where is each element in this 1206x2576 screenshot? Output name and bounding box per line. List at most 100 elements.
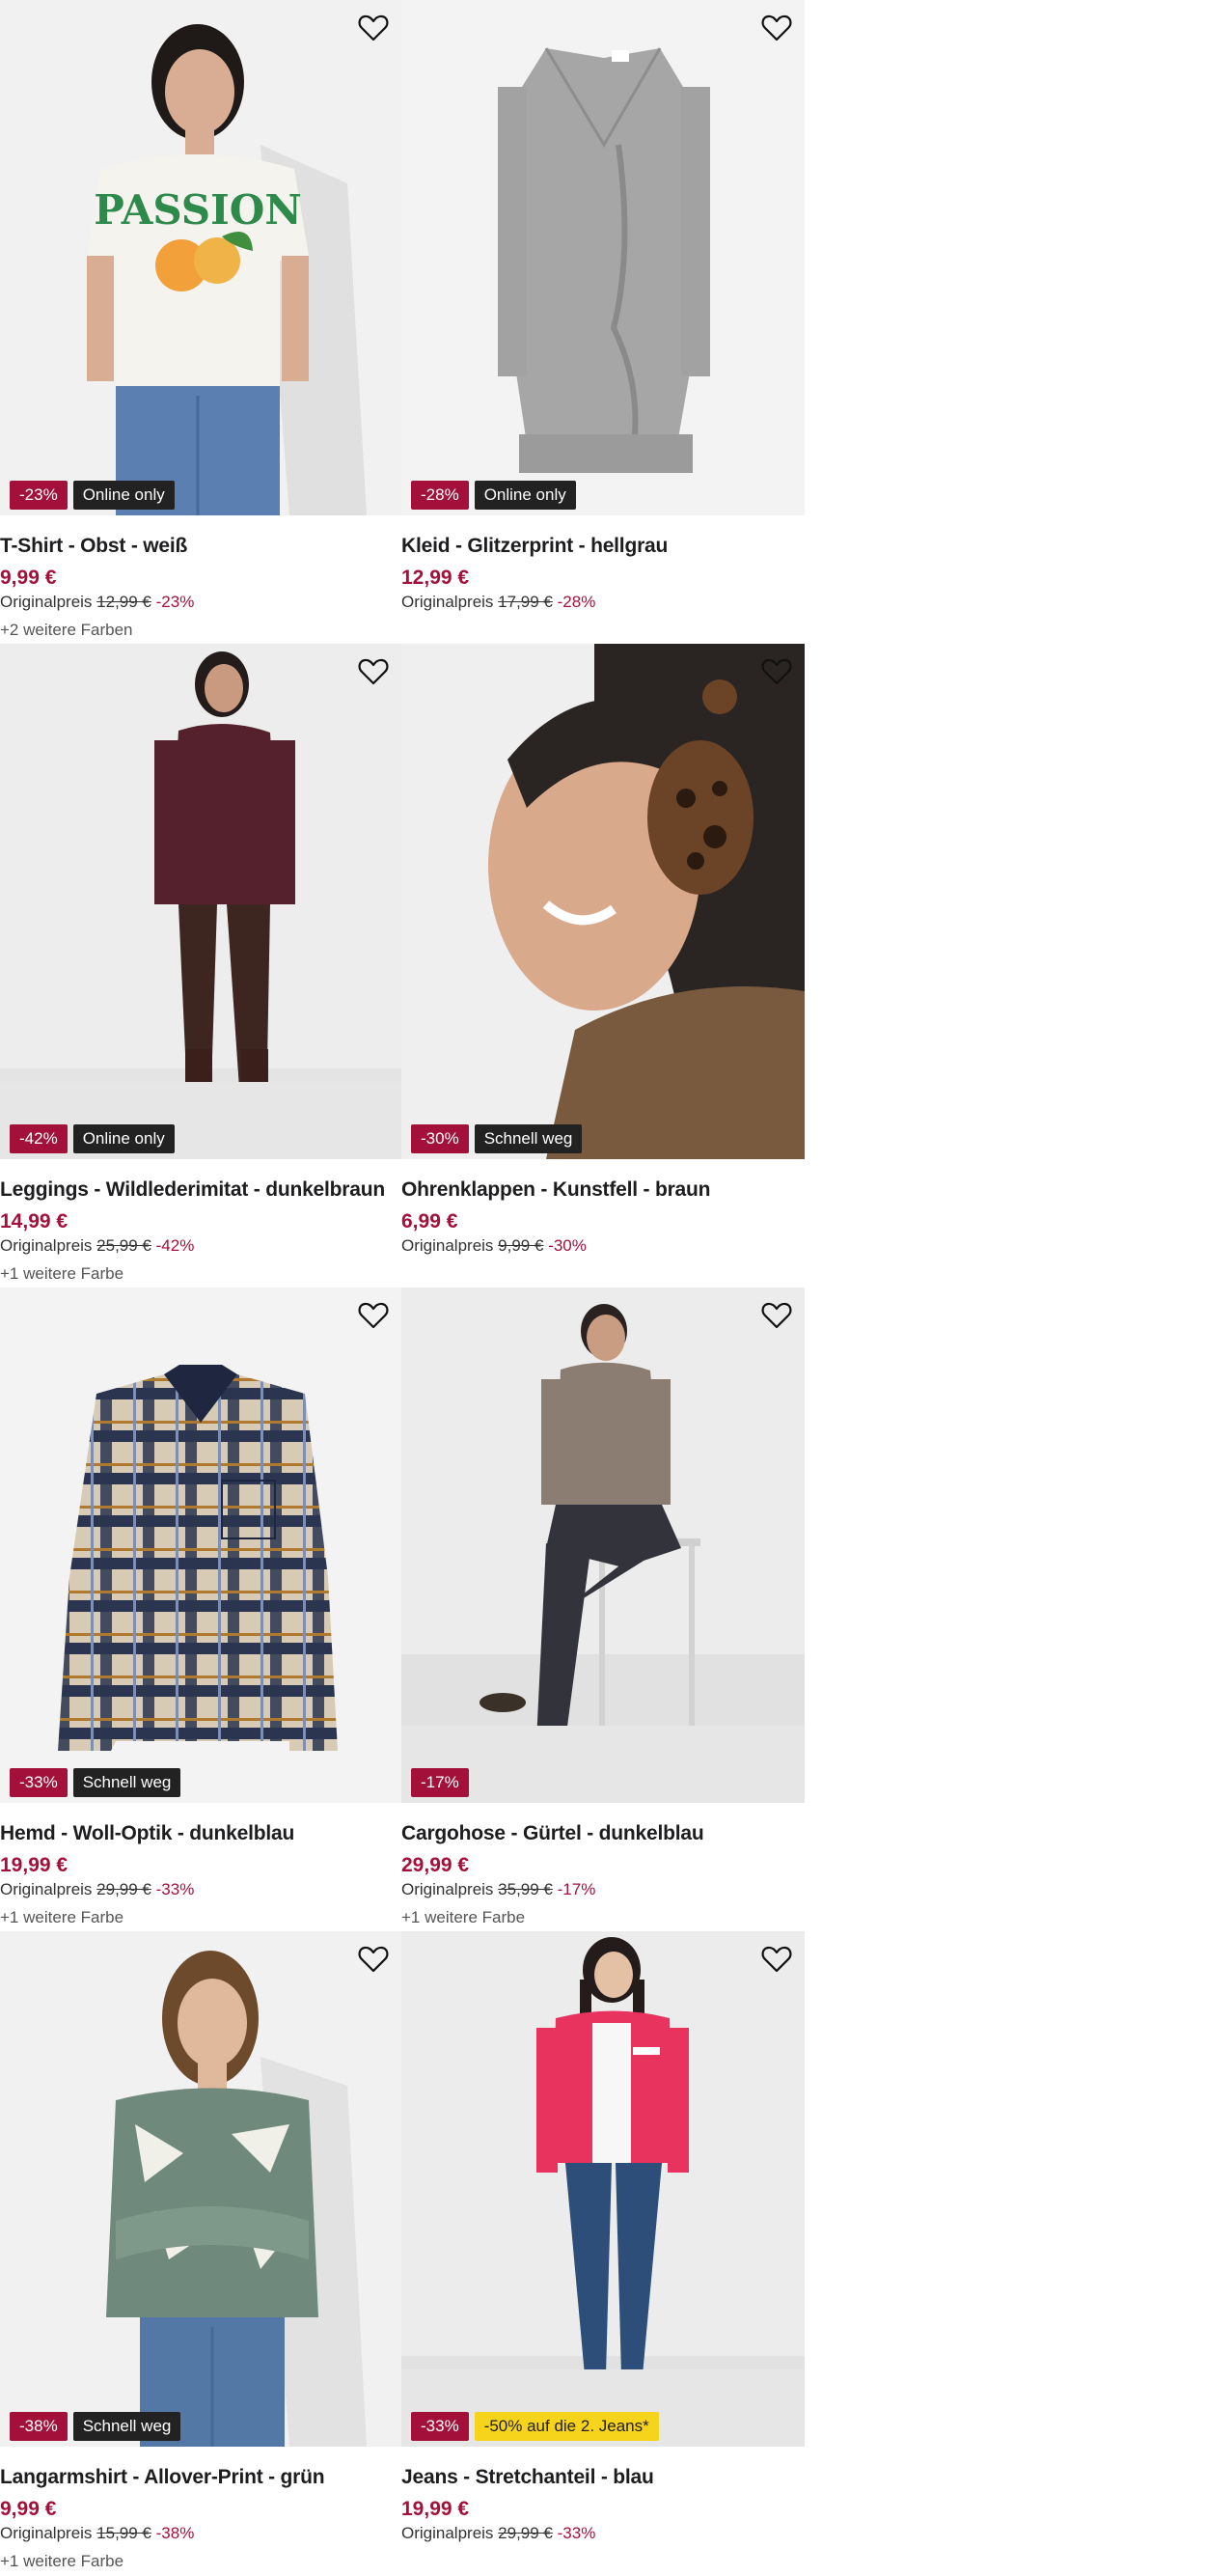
badge-row: -17%: [411, 1768, 469, 1797]
product-card[interactable]: -33% -50% auf die 2. Jeans* Jeans - Stre…: [401, 1931, 805, 2575]
product-image[interactable]: PASSION -23% Online only: [0, 0, 401, 515]
wishlist-button[interactable]: [357, 655, 390, 688]
original-price-label: Originalpreis: [401, 1236, 494, 1255]
discount-percent: -33%: [155, 1880, 195, 1898]
original-price-line: Originalpreis 29,99 € -33%: [401, 2522, 805, 2545]
original-price-label: Originalpreis: [0, 593, 93, 611]
original-price: 35,99 €: [498, 1880, 553, 1898]
product-title[interactable]: Kleid - Glitzerprint - hellgrau: [401, 533, 805, 560]
product-price: 19,99 €: [0, 1854, 69, 1876]
product-image[interactable]: -33% -50% auf die 2. Jeans*: [401, 1931, 805, 2447]
discount-percent: -28%: [557, 593, 596, 611]
heart-icon: [358, 1946, 389, 1973]
more-colors[interactable]: +1 weitere Farbe: [401, 1905, 805, 1930]
original-price-line: Originalpreis 15,99 € -38%: [0, 2522, 401, 2545]
wishlist-button[interactable]: [760, 1943, 793, 1976]
heart-icon: [761, 14, 792, 42]
status-badge: Schnell weg: [474, 1124, 583, 1153]
discount-badge: -33%: [10, 1768, 68, 1797]
status-badge: Schnell weg: [72, 2412, 181, 2441]
original-price-label: Originalpreis: [0, 1236, 93, 1255]
product-image[interactable]: -38% Schnell weg: [0, 1931, 401, 2447]
product-card[interactable]: -33% Schnell weg Hemd - Woll-Optik - dun…: [0, 1288, 401, 1931]
discount-badge: -17%: [411, 1768, 469, 1797]
longsleeve-model-photo: [0, 1931, 401, 2447]
product-card[interactable]: -42% Online only Leggings - Wildlederimi…: [0, 644, 401, 1288]
original-price: 29,99 €: [96, 1880, 151, 1898]
more-colors[interactable]: +2 weitere Farben: [0, 618, 401, 643]
original-price-line: Originalpreis 9,99 € -30%: [401, 1234, 805, 1258]
status-badge: Online only: [72, 481, 175, 510]
product-card[interactable]: -38% Schnell weg Langarmshirt - Allover-…: [0, 1931, 401, 2575]
original-price: 9,99 €: [498, 1236, 544, 1255]
discount-badge: -38%: [10, 2412, 68, 2441]
product-title[interactable]: Jeans - Stretchanteil - blau: [401, 2464, 805, 2491]
more-colors[interactable]: +1 weitere Farbe: [0, 2549, 401, 2574]
product-price: 19,99 €: [401, 2498, 470, 2520]
wishlist-button[interactable]: [760, 655, 793, 688]
badge-row: -33% -50% auf die 2. Jeans*: [411, 2412, 659, 2441]
product-title[interactable]: Hemd - Woll-Optik - dunkelblau: [0, 1820, 401, 1847]
original-price: 17,99 €: [498, 593, 553, 611]
product-price: 14,99 €: [0, 1210, 69, 1233]
heart-icon: [358, 14, 389, 42]
discount-badge: -30%: [411, 1124, 469, 1153]
product-price: 9,99 €: [0, 567, 57, 589]
product-price: 29,99 €: [401, 1854, 470, 1876]
heart-icon: [761, 658, 792, 685]
product-image[interactable]: -30% Schnell weg: [401, 644, 805, 1159]
product-image[interactable]: -33% Schnell weg: [0, 1288, 401, 1803]
more-colors[interactable]: +1 weitere Farbe: [0, 1261, 401, 1287]
heart-icon: [358, 658, 389, 685]
more-colors[interactable]: +1 weitere Farbe: [0, 1905, 401, 1930]
heart-icon: [761, 1946, 792, 1973]
tshirt-model-photo: PASSION: [0, 0, 401, 515]
product-image[interactable]: -42% Online only: [0, 644, 401, 1159]
product-image[interactable]: -17%: [401, 1288, 805, 1803]
badge-row: -33% Schnell weg: [10, 1768, 181, 1797]
discount-percent: -17%: [557, 1880, 596, 1898]
product-card[interactable]: -28% Online only Kleid - Glitzerprint - …: [401, 0, 805, 644]
product-price: 6,99 €: [401, 1210, 458, 1233]
wishlist-button[interactable]: [357, 1943, 390, 1976]
original-price-line: Originalpreis 29,99 € -33%: [0, 1878, 401, 1901]
discount-badge: -28%: [411, 481, 469, 510]
badge-row: -23% Online only: [10, 481, 175, 510]
badge-row: -38% Schnell weg: [10, 2412, 181, 2441]
discount-percent: -30%: [548, 1236, 587, 1255]
original-price-label: Originalpreis: [401, 2524, 494, 2542]
badge-row: -30% Schnell weg: [411, 1124, 583, 1153]
wishlist-button[interactable]: [357, 1299, 390, 1332]
original-price-label: Originalpreis: [0, 2524, 93, 2542]
heart-icon: [761, 1302, 792, 1329]
original-price-line: Originalpreis 12,99 € -23%: [0, 591, 401, 614]
wishlist-button[interactable]: [760, 1299, 793, 1332]
product-title[interactable]: Cargohose - Gürtel - dunkelblau: [401, 1820, 805, 1847]
product-title[interactable]: Leggings - Wildlederimitat - dunkelbraun: [0, 1177, 401, 1204]
dress-product-photo: [401, 0, 805, 515]
product-image[interactable]: -28% Online only: [401, 0, 805, 515]
jeans-model-photo: [401, 1931, 805, 2447]
product-title[interactable]: Langarmshirt - Allover-Print - grün: [0, 2464, 401, 2491]
product-price: 12,99 €: [401, 567, 470, 589]
status-badge: Online only: [72, 1124, 175, 1153]
discount-percent: -33%: [557, 2524, 596, 2542]
original-price-label: Originalpreis: [401, 1880, 494, 1898]
svg-text:PASSION: PASSION: [94, 186, 301, 234]
product-card[interactable]: -17% Cargohose - Gürtel - dunkelblau 29,…: [401, 1288, 805, 1931]
original-price: 12,99 €: [96, 593, 151, 611]
shirt-product-photo: [0, 1288, 401, 1803]
original-price: 29,99 €: [498, 2524, 553, 2542]
product-title[interactable]: T-Shirt - Obst - weiß: [0, 533, 401, 560]
discount-badge: -33%: [411, 2412, 469, 2441]
product-title[interactable]: Ohrenklappen - Kunstfell - braun: [401, 1177, 805, 1204]
discount-percent: -38%: [155, 2524, 195, 2542]
product-card[interactable]: PASSION -23% Online only T-Shirt - Obst …: [0, 0, 401, 644]
wishlist-button[interactable]: [357, 12, 390, 44]
original-price-line: Originalpreis 35,99 € -17%: [401, 1878, 805, 1901]
leggings-model-photo: [0, 644, 401, 1159]
original-price: 25,99 €: [96, 1236, 151, 1255]
badge-row: -42% Online only: [10, 1124, 175, 1153]
wishlist-button[interactable]: [760, 12, 793, 44]
product-card[interactable]: -30% Schnell weg Ohrenklappen - Kunstfel…: [401, 644, 805, 1288]
